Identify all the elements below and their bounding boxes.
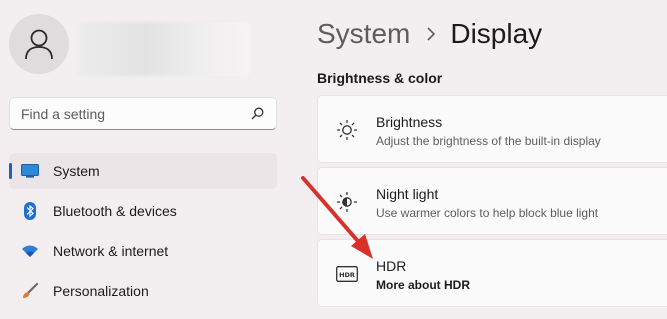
- card-title: HDR: [376, 258, 407, 274]
- breadcrumb: System Display: [317, 14, 542, 54]
- brush-icon: [21, 282, 39, 300]
- bluetooth-icon: [21, 202, 39, 220]
- section-title: Brightness & color: [317, 70, 443, 86]
- monitor-icon: [21, 162, 39, 180]
- sidebar-item-label: Personalization: [53, 283, 149, 299]
- hdr-card[interactable]: HDR HDR More about HDR: [317, 239, 667, 307]
- sidebar-item-bluetooth[interactable]: Bluetooth & devices: [9, 193, 277, 229]
- blurred-user-name: [78, 22, 250, 76]
- wifi-icon: [21, 242, 39, 260]
- night-light-card[interactable]: Night light Use warmer colors to help bl…: [317, 167, 667, 235]
- hdr-icon: HDR: [336, 263, 358, 285]
- card-title: Brightness: [376, 114, 443, 130]
- sidebar-item-label: Network & internet: [53, 243, 169, 259]
- page-title: Display: [450, 18, 543, 49]
- selection-indicator: [9, 163, 12, 179]
- card-title: Night light: [376, 186, 439, 202]
- sidebar-item-network[interactable]: Network & internet: [9, 233, 277, 269]
- brightness-card[interactable]: Brightness Adjust the brightness of the …: [317, 95, 667, 163]
- sun-icon: [336, 119, 358, 141]
- search-icon[interactable]: [251, 107, 264, 120]
- more-about-hdr-link[interactable]: More about HDR: [376, 278, 470, 292]
- sidebar-item-personalization[interactable]: Personalization: [9, 273, 277, 309]
- user-icon: [25, 29, 53, 60]
- search-placeholder: Find a setting: [21, 105, 106, 122]
- sidebar-item-label: System: [53, 163, 100, 179]
- card-description: Adjust the brightness of the built-in di…: [376, 134, 601, 148]
- svg-text:HDR: HDR: [339, 271, 355, 279]
- search-input[interactable]: Find a setting: [9, 97, 277, 130]
- avatar[interactable]: [9, 14, 69, 74]
- chevron-right-icon: [426, 27, 436, 41]
- sidebar-item-label: Bluetooth & devices: [53, 203, 177, 219]
- breadcrumb-parent[interactable]: System: [317, 18, 410, 50]
- sidebar-item-system[interactable]: System: [9, 153, 277, 189]
- card-description: Use warmer colors to help block blue lig…: [376, 206, 599, 220]
- sidebar: Find a setting System Bluetooth & device…: [0, 0, 290, 319]
- night-light-icon: [336, 191, 358, 213]
